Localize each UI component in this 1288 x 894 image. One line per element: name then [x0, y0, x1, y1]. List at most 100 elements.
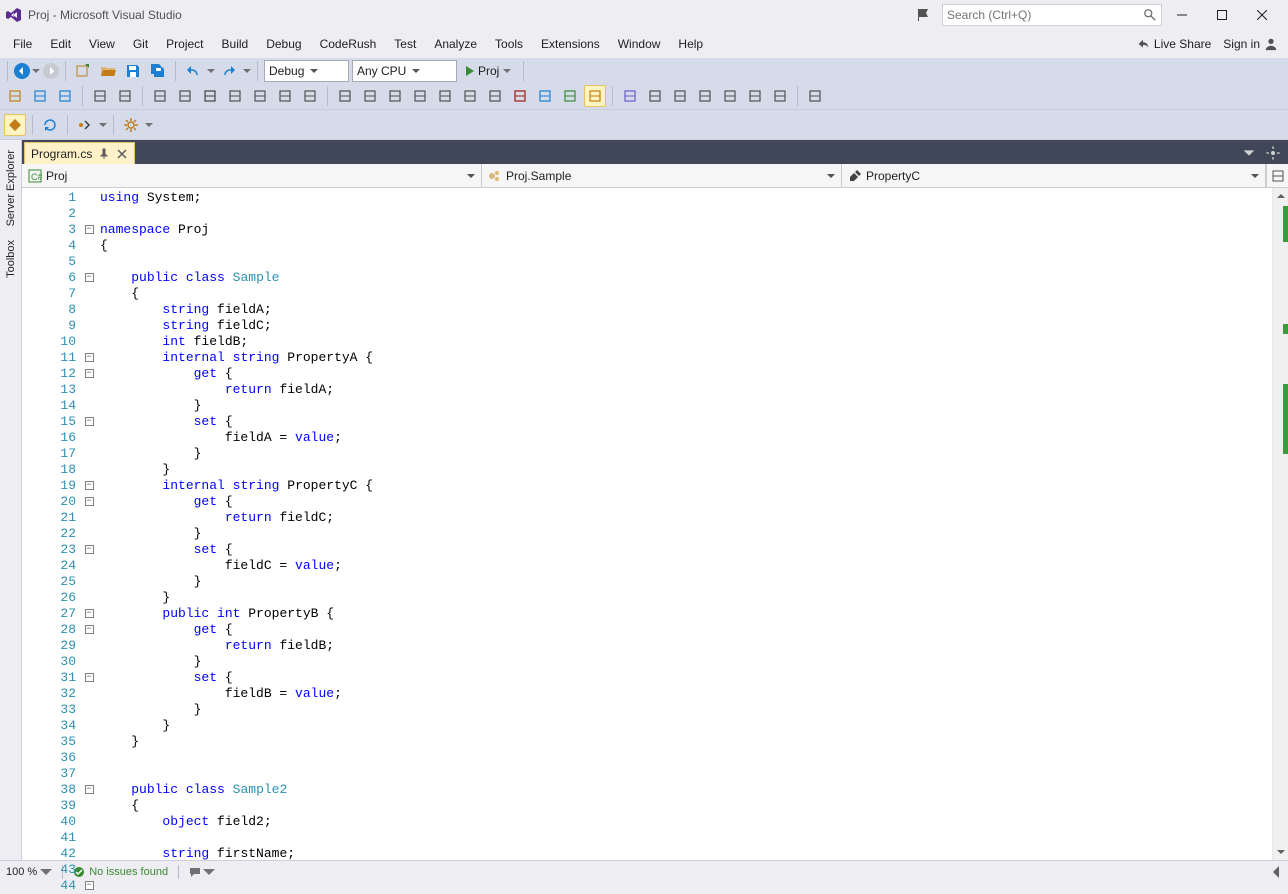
menu-build[interactable]: Build — [213, 33, 258, 55]
nav-member-dropdown[interactable]: PropertyC — [842, 164, 1266, 187]
live-share-label: Live Share — [1154, 37, 1211, 51]
grid-button[interactable] — [769, 85, 791, 107]
platform-dropdown[interactable]: Any CPU — [352, 60, 457, 82]
svg-text:C#: C# — [31, 172, 42, 182]
image-button[interactable] — [584, 85, 606, 107]
align-center-button[interactable] — [434, 85, 456, 107]
step-into-button[interactable] — [89, 85, 111, 107]
extract-button[interactable] — [669, 85, 691, 107]
menu-bar: FileEditViewGitProjectBuildDebugCodeRush… — [0, 30, 1288, 58]
snippet-button[interactable] — [694, 85, 716, 107]
nav-type-dropdown[interactable]: Proj.Sample — [482, 164, 842, 187]
menu-extensions[interactable]: Extensions — [532, 33, 609, 55]
menu-edit[interactable]: Edit — [41, 33, 80, 55]
list-view-button[interactable] — [804, 85, 826, 107]
live-share-button[interactable]: Live Share — [1136, 37, 1211, 51]
close-tab-icon[interactable] — [116, 148, 128, 160]
comment-button[interactable] — [29, 85, 51, 107]
bookmark-button[interactable] — [199, 85, 221, 107]
align-right-button[interactable] — [459, 85, 481, 107]
menu-view[interactable]: View — [80, 33, 124, 55]
side-tab-server-explorer[interactable]: Server Explorer — [2, 144, 20, 232]
next-bookmark-folder-button[interactable] — [299, 85, 321, 107]
vertical-scrollbar[interactable] — [1272, 188, 1288, 860]
chevron-down-icon — [310, 67, 318, 75]
organize-button[interactable] — [719, 85, 741, 107]
chevron-down-icon[interactable] — [207, 67, 215, 75]
minimize-button[interactable] — [1162, 0, 1202, 30]
outline-fold-column[interactable]: −−−−−−−−−−−−− — [82, 188, 96, 860]
uncomment-button[interactable] — [54, 85, 76, 107]
new-project-button[interactable] — [72, 60, 94, 82]
highlight-button[interactable] — [559, 85, 581, 107]
step-over-button[interactable] — [114, 85, 136, 107]
redo-button[interactable] — [218, 60, 240, 82]
code-text-area[interactable]: using System;namespace Proj{ public clas… — [96, 188, 1272, 860]
class-icon — [488, 169, 502, 183]
marker-button[interactable] — [509, 85, 531, 107]
menu-file[interactable]: File — [4, 33, 41, 55]
search-input[interactable] — [947, 8, 1143, 22]
refactor-button[interactable] — [644, 85, 666, 107]
maximize-button[interactable] — [1202, 0, 1242, 30]
chevron-down-icon[interactable] — [243, 67, 251, 75]
code-editor[interactable]: 1234567891011121314151617181920212223242… — [22, 188, 1288, 860]
outdent-button[interactable] — [174, 85, 196, 107]
scroll-down-button[interactable] — [1273, 844, 1288, 860]
nav-back-button[interactable] — [14, 63, 40, 79]
config-dropdown[interactable]: Debug — [264, 60, 349, 82]
split-editor-button[interactable] — [1266, 164, 1288, 187]
wand-button[interactable] — [619, 85, 641, 107]
undo-button[interactable] — [182, 60, 204, 82]
close-button[interactable] — [1242, 0, 1282, 30]
save-button[interactable] — [122, 60, 144, 82]
start-debug-button[interactable]: Proj — [460, 60, 517, 82]
search-box[interactable] — [942, 4, 1162, 26]
scroll-left-icon[interactable] — [1270, 866, 1282, 878]
refresh-button[interactable] — [39, 114, 61, 136]
pin-icon[interactable] — [98, 148, 110, 160]
toggle-a-button[interactable] — [334, 85, 356, 107]
csharp-project-icon: C# — [28, 169, 42, 183]
notification-flag-icon[interactable] — [916, 7, 932, 23]
main-toolbar: Debug Any CPU Proj — [0, 58, 1288, 110]
menu-debug[interactable]: Debug — [257, 33, 310, 55]
feedback-buttons[interactable] — [189, 866, 215, 878]
toggle-b-button[interactable] — [359, 85, 381, 107]
prev-bookmark-button[interactable] — [224, 85, 246, 107]
menu-test[interactable]: Test — [385, 33, 425, 55]
chevron-down-icon[interactable] — [145, 121, 153, 129]
indent-button[interactable] — [149, 85, 171, 107]
step-button[interactable] — [74, 114, 96, 136]
scroll-up-button[interactable] — [1273, 188, 1288, 204]
menu-git[interactable]: Git — [124, 33, 157, 55]
document-tab[interactable]: Program.cs — [24, 142, 135, 164]
gear-button[interactable] — [120, 114, 142, 136]
search-icon — [1143, 8, 1157, 22]
status-bar: 100 % No issues found — [0, 860, 1288, 882]
coderush-toggle-button[interactable] — [4, 114, 26, 136]
nav-forward-button[interactable] — [43, 63, 59, 79]
menu-help[interactable]: Help — [669, 33, 712, 55]
format-doc-button[interactable] — [384, 85, 406, 107]
chevron-down-icon[interactable] — [99, 121, 107, 129]
save-all-button[interactable] — [147, 60, 169, 82]
menu-window[interactable]: Window — [609, 33, 670, 55]
next-bookmark-button[interactable] — [249, 85, 271, 107]
menu-project[interactable]: Project — [157, 33, 212, 55]
pin-button[interactable] — [534, 85, 556, 107]
find-in-files-button[interactable] — [4, 85, 26, 107]
menu-coderush[interactable]: CodeRush — [311, 33, 386, 55]
cycle-button[interactable] — [744, 85, 766, 107]
menu-tools[interactable]: Tools — [486, 33, 532, 55]
wrap-button[interactable] — [484, 85, 506, 107]
prev-bookmark-folder-button[interactable] — [274, 85, 296, 107]
menu-analyze[interactable]: Analyze — [425, 33, 486, 55]
nav-project-dropdown[interactable]: C# Proj — [22, 164, 482, 187]
window-options-button[interactable] — [1262, 142, 1284, 164]
active-files-dropdown[interactable] — [1238, 142, 1260, 164]
sign-in-button[interactable]: Sign in — [1223, 37, 1278, 51]
side-tab-toolbox[interactable]: Toolbox — [2, 234, 20, 284]
align-left-button[interactable] — [409, 85, 431, 107]
open-file-button[interactable] — [97, 60, 119, 82]
